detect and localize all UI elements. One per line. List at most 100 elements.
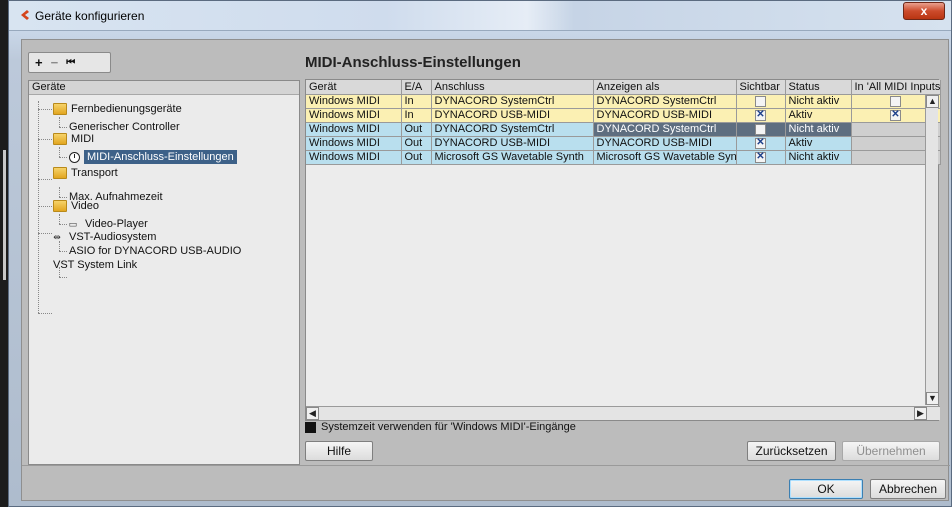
all-midi-inputs-checkbox[interactable]: ✕ xyxy=(890,109,901,121)
apply-button[interactable]: Übernehmen xyxy=(842,441,940,461)
cell-anschluss: DYNACORD SystemCtrl xyxy=(431,122,594,137)
cell-sichtbar: ✕ xyxy=(736,108,786,123)
cell-anzeigen-als[interactable]: DYNACORD USB-MIDI xyxy=(593,108,737,123)
reset-button[interactable]: Zurücksetzen xyxy=(747,441,836,461)
tree-connector xyxy=(59,157,67,158)
tree-connector xyxy=(59,214,60,224)
table-row[interactable]: Windows MIDI Out Microsoft GS Wavetable … xyxy=(306,150,941,165)
tree-item-label: VST System Link xyxy=(53,259,138,271)
scroll-down-arrow-icon[interactable]: ▼ xyxy=(926,392,939,405)
visible-checkbox[interactable] xyxy=(755,123,766,135)
tree-item-label: VST-Audiosystem xyxy=(69,231,157,243)
cell-anzeigen-als[interactable]: DYNACORD USB-MIDI xyxy=(593,136,737,151)
tree-item-transport[interactable]: Transport xyxy=(53,166,118,180)
column-header-ea[interactable]: E/A xyxy=(401,80,432,95)
tree-connector xyxy=(38,139,52,140)
tree-item-video[interactable]: Video xyxy=(53,199,99,213)
video-icon: ▭ xyxy=(68,219,78,229)
system-time-checkbox[interactable] xyxy=(305,421,316,433)
tree-item-midi[interactable]: MIDI xyxy=(53,132,94,146)
background-strip xyxy=(0,0,8,507)
table-row[interactable]: Windows MIDI Out DYNACORD SystemCtrl DYN… xyxy=(306,122,941,137)
cancel-button[interactable]: Abbrechen xyxy=(870,479,946,499)
cell-geraet: Windows MIDI xyxy=(306,136,402,151)
table-row[interactable]: Windows MIDI Out DYNACORD USB-MIDI DYNAC… xyxy=(306,136,941,151)
tree-item-label: Fernbedienungsgeräte xyxy=(71,103,182,115)
cell-status: Aktiv xyxy=(785,136,852,151)
cell-anschluss: Microsoft GS Wavetable Synth xyxy=(431,150,594,165)
column-header-anzeigen-als[interactable]: Anzeigen als xyxy=(593,80,737,95)
visible-checkbox[interactable] xyxy=(755,95,766,107)
window-title: Geräte konfigurieren xyxy=(35,9,145,23)
midi-port-table: Gerät E/A Anschluss Anzeigen als Sichtba… xyxy=(306,80,941,165)
title-bar: Geräte konfigurieren x xyxy=(9,1,951,31)
vertical-scrollbar[interactable]: ▲ ▼ xyxy=(925,95,939,405)
cell-ea: In xyxy=(401,108,432,123)
cell-status: Nicht aktiv xyxy=(785,94,852,109)
tree-connector xyxy=(38,313,52,314)
tree-item-label: MIDI xyxy=(71,133,95,145)
cell-ea: In xyxy=(401,94,432,109)
device-tree: Geräte Fernbedienungsgeräte Generischer … xyxy=(28,80,300,465)
device-setup-window: Geräte konfigurieren x + − ⏮ Geräte Fern… xyxy=(8,0,952,507)
tree-connector xyxy=(59,197,67,198)
tree-connector xyxy=(59,147,60,157)
folder-icon xyxy=(53,200,67,212)
cell-anzeigen-als[interactable]: DYNACORD SystemCtrl xyxy=(593,94,737,109)
scroll-right-arrow-icon[interactable]: ▶ xyxy=(914,407,927,420)
table-row[interactable]: Windows MIDI In DYNACORD SystemCtrl DYNA… xyxy=(306,94,941,109)
midi-port-table-panel: Gerät E/A Anschluss Anzeigen als Sichtba… xyxy=(305,79,941,421)
cell-sichtbar xyxy=(736,94,786,109)
close-button[interactable]: x xyxy=(903,2,945,20)
visible-checkbox[interactable]: ✕ xyxy=(755,109,766,121)
column-header-sichtbar[interactable]: Sichtbar xyxy=(736,80,786,95)
tree-connector xyxy=(38,109,52,110)
horizontal-scrollbar[interactable]: ◀ ▶ xyxy=(306,406,940,420)
dialog-body: + − ⏮ Geräte Fernbedienungsgeräte Generi… xyxy=(21,39,950,501)
table-row[interactable]: Windows MIDI In DYNACORD USB-MIDI DYNACO… xyxy=(306,108,941,123)
system-time-option[interactable]: Systemzeit verwenden für 'Windows MIDI'-… xyxy=(305,420,576,434)
scroll-up-arrow-icon[interactable]: ▲ xyxy=(926,95,939,108)
cell-status: Aktiv xyxy=(785,108,852,123)
ok-button[interactable]: OK xyxy=(789,479,863,499)
column-header-geraet[interactable]: Gerät xyxy=(306,80,402,95)
cell-anzeigen-als[interactable]: Microsoft GS Wavetable Synth xyxy=(593,150,737,165)
table-header-row: Gerät E/A Anschluss Anzeigen als Sichtba… xyxy=(306,80,941,95)
tree-item-asio-dynacord[interactable]: ASIO for DYNACORD USB-AUDIO xyxy=(69,244,241,258)
system-time-label: Systemzeit verwenden für 'Windows MIDI'-… xyxy=(321,421,576,433)
tree-item-video-player[interactable]: ▭ Video-Player xyxy=(65,217,148,231)
tree-item-vst-audiosystem[interactable]: ⇹ VST-Audiosystem xyxy=(49,230,156,244)
tree-connector xyxy=(59,117,60,127)
cell-ea: Out xyxy=(401,122,432,137)
folder-icon xyxy=(53,103,67,115)
tree-item-midi-anschluss-einstellungen[interactable]: MIDI-Anschluss-Einstellungen xyxy=(69,150,237,164)
visible-checkbox[interactable]: ✕ xyxy=(755,151,766,163)
footer-divider xyxy=(22,465,950,466)
cell-sichtbar xyxy=(736,122,786,137)
tree-connector xyxy=(59,127,67,128)
cubase-logo-icon xyxy=(21,10,29,20)
cell-anzeigen-als[interactable]: DYNACORD SystemCtrl xyxy=(593,122,737,137)
visible-checkbox[interactable]: ✕ xyxy=(755,137,766,149)
column-header-all-midi-inputs[interactable]: In 'All MIDI Inputs' xyxy=(851,80,941,95)
reset-device-button[interactable]: ⏮ xyxy=(66,57,75,68)
add-device-button[interactable]: + xyxy=(35,56,43,69)
column-header-status[interactable]: Status xyxy=(785,80,852,95)
tree-connector xyxy=(38,179,52,180)
tree-item-label: ASIO for DYNACORD USB-AUDIO xyxy=(69,245,242,257)
remove-device-button[interactable]: − xyxy=(51,56,59,69)
tree-item-vst-system-link[interactable]: VST System Link xyxy=(53,258,137,272)
folder-icon xyxy=(53,133,67,145)
scroll-left-arrow-icon[interactable]: ◀ xyxy=(306,407,319,420)
all-midi-inputs-checkbox[interactable] xyxy=(890,95,901,107)
tree-toolbar: + − ⏮ xyxy=(28,52,111,73)
tree-item-fernbedienungsgeraete[interactable]: Fernbedienungsgeräte xyxy=(53,102,182,116)
tree-connector xyxy=(59,277,67,278)
tree-item-label: Video-Player xyxy=(85,218,148,230)
column-header-anschluss[interactable]: Anschluss xyxy=(431,80,594,95)
cell-anschluss: DYNACORD SystemCtrl xyxy=(431,94,594,109)
cell-geraet: Windows MIDI xyxy=(306,122,402,137)
tree-item-label: Transport xyxy=(71,167,118,179)
cell-geraet: Windows MIDI xyxy=(306,108,402,123)
help-button[interactable]: Hilfe xyxy=(305,441,373,461)
